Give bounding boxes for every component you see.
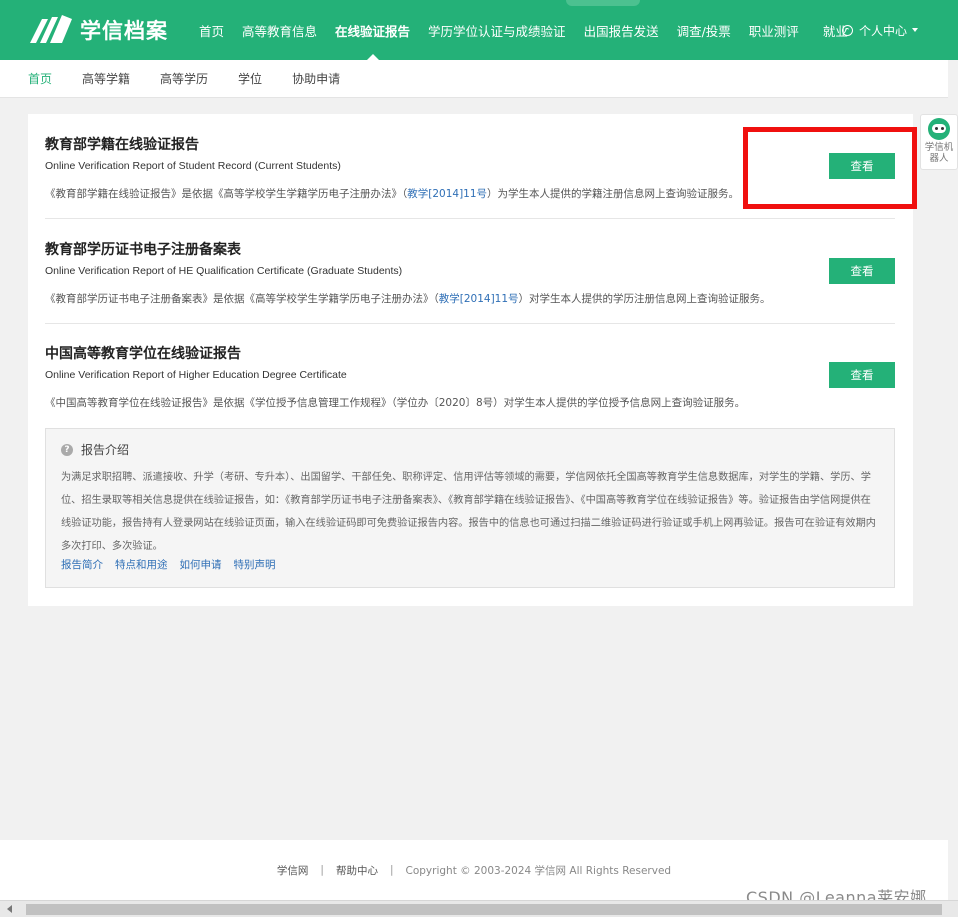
report-intro-box: ? 报告介绍 为满足求职招聘、派遣接收、升学（考研、专升本）、出国留学、干部任免… — [45, 428, 895, 588]
report-english-title: Online Verification Report of Student Re… — [45, 160, 341, 172]
report-list-card: 教育部学籍在线验证报告 Online Verification Report o… — [28, 114, 913, 606]
chevron-down-icon — [912, 28, 919, 32]
footer-copyright: Copyright © 2003-2024 学信网 All Rights Res… — [405, 864, 672, 877]
nav-home[interactable]: 首页 — [190, 0, 233, 60]
subnav-student-record[interactable]: 高等学籍 — [82, 70, 130, 87]
user-center-label: 个人中心 — [859, 23, 908, 38]
top-header: 学信档案 首页 高等教育信息 在线验证报告 学历学位认证与成绩验证 出国报告发送… — [0, 0, 958, 60]
regulation-link[interactable]: 教学[2014]11号 — [407, 188, 487, 200]
subnav-degree[interactable]: 学位 — [238, 70, 262, 87]
report-description: 《教育部学籍在线验证报告》是依据《高等学校学生学籍学历电子注册办法》（教学[20… — [45, 188, 740, 200]
horizontal-scrollbar[interactable] — [0, 900, 958, 917]
report-title: 中国高等教育学位在线验证报告 — [45, 346, 241, 362]
link-how-to-apply[interactable]: 如何申请 — [180, 557, 222, 572]
subnav-home[interactable]: 首页 — [28, 70, 52, 87]
nav-higher-education[interactable]: 高等教育信息 — [233, 0, 326, 60]
view-student-record-button[interactable]: 查看 — [829, 153, 895, 179]
report-description: 《教育部学历证书电子注册备案表》是依据《高等学校学生学籍学历电子注册办法》（教学… — [45, 293, 771, 305]
nav-certification[interactable]: 学历学位认证与成绩验证 — [419, 0, 575, 60]
subnav-assist-apply[interactable]: 协助申请 — [292, 70, 340, 87]
user-center-menu[interactable]: 个人中心 — [842, 0, 919, 60]
intro-text: 为满足求职招聘、派遣接收、升学（考研、专升本）、出国留学、干部任免、职称评定、信… — [61, 472, 876, 552]
nav-online-verification[interactable]: 在线验证报告 — [326, 0, 419, 60]
main-nav: 首页 高等教育信息 在线验证报告 学历学位认证与成绩验证 出国报告发送 调查/投… — [190, 0, 857, 60]
nav-survey[interactable]: 调查/投票 — [668, 0, 740, 60]
site-logo[interactable]: 学信档案 — [28, 12, 168, 48]
scroll-left-arrow-icon[interactable] — [7, 905, 12, 913]
robot-icon — [928, 118, 950, 140]
vertical-scrollbar-track[interactable] — [948, 60, 958, 900]
footer-separator: | — [389, 864, 394, 876]
intro-title: 报告介绍 — [81, 443, 130, 457]
nav-overseas-report[interactable]: 出国报告发送 — [575, 0, 668, 60]
link-special-statement[interactable]: 特别声明 — [234, 557, 276, 572]
logo-text: 学信档案 — [80, 19, 168, 43]
chat-robot-widget[interactable]: 学信机器人 — [920, 114, 958, 170]
footer-separator: | — [320, 864, 324, 876]
regulation-link[interactable]: 教学[2014]11号 — [439, 293, 519, 305]
report-title: 教育部学籍在线验证报告 — [45, 137, 199, 153]
report-description: 《中国高等教育学位在线验证报告》是依据《学位授予信息管理工作规程》（学位办〔20… — [45, 397, 746, 409]
view-qualification-button[interactable]: 查看 — [829, 258, 895, 284]
question-icon: ? — [61, 443, 73, 456]
report-english-title: Online Verification Report of Higher Edu… — [45, 369, 347, 381]
report-item: 教育部学历证书电子注册备案表 Online Verification Repor… — [45, 219, 895, 324]
view-degree-button[interactable]: 查看 — [829, 362, 895, 388]
link-features-usage[interactable]: 特点和用途 — [115, 557, 168, 572]
report-english-title: Online Verification Report of HE Qualifi… — [45, 265, 403, 277]
subnav-qualification[interactable]: 高等学历 — [160, 70, 208, 87]
user-icon — [842, 24, 853, 36]
intro-links: 报告简介 特点和用途 如何申请 特别声明 — [61, 557, 288, 572]
footer-help-link[interactable]: 帮助中心 — [336, 863, 378, 878]
sub-nav: 首页 高等学籍 高等学历 学位 协助申请 — [0, 60, 948, 98]
report-title: 教育部学历证书电子注册备案表 — [45, 242, 241, 258]
robot-label: 学信机器人 — [924, 142, 954, 164]
footer-site-link[interactable]: 学信网 — [277, 863, 309, 878]
link-report-summary[interactable]: 报告简介 — [61, 557, 103, 572]
report-item: 中国高等教育学位在线验证报告 Online Verification Repor… — [45, 324, 895, 428]
logo-book-icon — [30, 15, 72, 43]
nav-career-test[interactable]: 职业测评 — [740, 0, 808, 60]
intro-header: ? 报告介绍 — [61, 441, 129, 458]
scrollbar-thumb[interactable] — [26, 904, 942, 915]
report-item: 教育部学籍在线验证报告 Online Verification Report o… — [45, 114, 895, 219]
